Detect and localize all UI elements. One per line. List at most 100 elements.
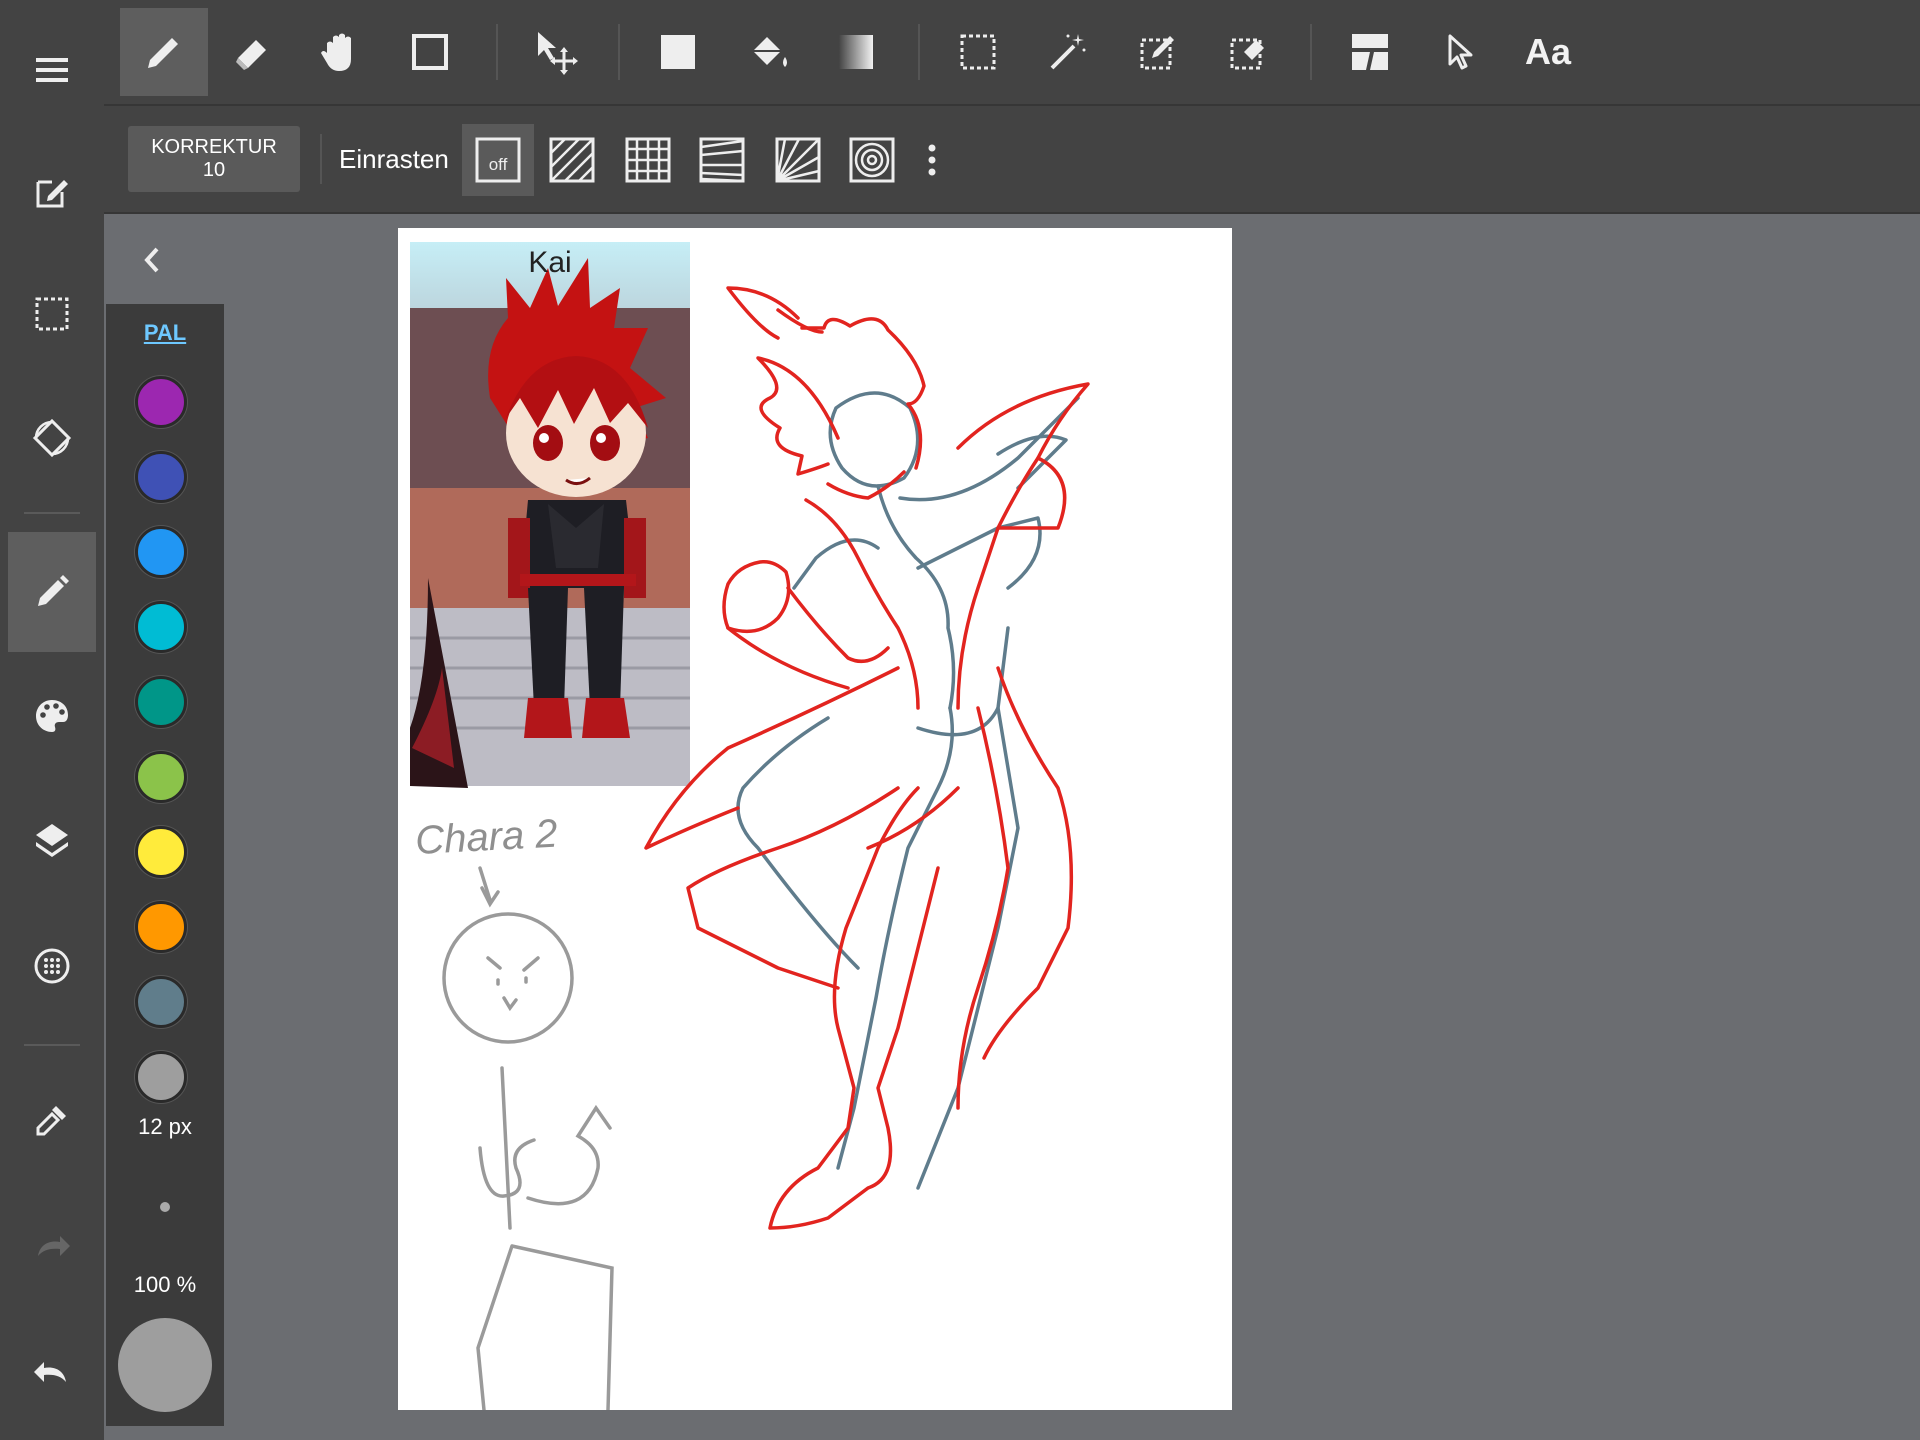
- toolbar-separator: [496, 24, 498, 80]
- toolbar-separator: [618, 24, 620, 80]
- eraser-tool-button[interactable]: [208, 8, 296, 96]
- brush-size-preview: [160, 1202, 170, 1212]
- current-color-swatch[interactable]: [118, 1318, 212, 1412]
- fill-rect-tool-button[interactable]: [634, 8, 722, 96]
- shape-tool-button[interactable]: [386, 8, 474, 96]
- snap-off-icon: off: [475, 137, 521, 183]
- color-swatch[interactable]: [135, 676, 187, 728]
- subbar-separator: [320, 134, 322, 184]
- reference-image: Kai: [410, 242, 690, 788]
- pose-sketch-lineart: [644, 286, 1090, 1230]
- snap-circle-icon: [849, 137, 895, 183]
- stick-figure-sketch: [442, 866, 614, 1412]
- color-palette-panel: PAL 12 px 100 %: [106, 304, 224, 1426]
- snap-off-button[interactable]: off: [462, 124, 534, 196]
- select-rect-tool-button[interactable]: [934, 8, 1022, 96]
- material-icon: [34, 948, 70, 984]
- pointer-icon: [1448, 34, 1473, 70]
- chevron-left-icon: [144, 247, 159, 273]
- fill-rectangle-icon: [661, 35, 695, 69]
- rectangle-shape-icon: [412, 34, 448, 70]
- move-transform-icon: [538, 32, 578, 75]
- transform-tool-button[interactable]: [512, 8, 600, 96]
- palette-tab[interactable]: PAL: [106, 320, 224, 346]
- color-swatch[interactable]: [135, 826, 187, 878]
- sidebar-divider: [24, 1044, 80, 1046]
- palette-icon: [36, 700, 68, 732]
- frame-divider-icon: [1352, 34, 1388, 70]
- collapse-palette-button[interactable]: [130, 238, 174, 282]
- note-text: Chara 2: [414, 812, 558, 863]
- pose-sketch-construction: [736, 391, 1080, 1190]
- snap-circle-button[interactable]: [836, 124, 908, 196]
- material-button[interactable]: [8, 906, 96, 1026]
- snap-parallel-button[interactable]: [536, 124, 608, 196]
- snap-grid-icon: [625, 137, 671, 183]
- menu-icon: [36, 58, 68, 82]
- brush-size-label[interactable]: 12 px: [106, 1114, 224, 1140]
- eraser-icon: [236, 40, 266, 70]
- bucket-tool-button[interactable]: [724, 8, 812, 96]
- select-pen-tool-button[interactable]: [1114, 8, 1202, 96]
- snap-grid-button[interactable]: [612, 124, 684, 196]
- reference-name: Kai: [528, 246, 571, 279]
- rotate-icon: [32, 418, 72, 458]
- frame-divider-tool-button[interactable]: [1326, 8, 1414, 96]
- selection-button[interactable]: [8, 254, 96, 374]
- pencil-tool-button[interactable]: [120, 8, 208, 96]
- brush-icon: [38, 575, 69, 606]
- menu-button[interactable]: [8, 10, 96, 130]
- color-swatch[interactable]: [135, 751, 187, 803]
- paint-bucket-icon: [753, 37, 787, 67]
- correction-button[interactable]: KORREKTUR 10: [128, 126, 300, 192]
- magic-wand-tool-button[interactable]: [1024, 8, 1112, 96]
- color-swatch[interactable]: [135, 976, 187, 1028]
- brush-button[interactable]: [8, 532, 96, 652]
- more-options-button[interactable]: [910, 124, 954, 196]
- snap-radial-button[interactable]: [762, 124, 834, 196]
- eyedropper-icon: [36, 1106, 66, 1136]
- undo-icon: [34, 1362, 66, 1382]
- color-swatch[interactable]: [135, 1051, 187, 1103]
- gradient-icon: [839, 35, 873, 69]
- color-swatch[interactable]: [135, 901, 187, 953]
- layers-button[interactable]: [8, 780, 96, 900]
- canvas-artwork: Kai Chara 2: [410, 242, 1090, 1412]
- redo-button[interactable]: [8, 1186, 96, 1306]
- opacity-label[interactable]: 100 %: [106, 1272, 224, 1298]
- correction-value: 10: [202, 159, 226, 181]
- color-swatch[interactable]: [135, 526, 187, 578]
- rotate-button[interactable]: [8, 378, 96, 498]
- pointer-tool-button[interactable]: [1416, 8, 1504, 96]
- hand-tool-button[interactable]: [296, 8, 384, 96]
- snap-off-text: off: [489, 155, 508, 174]
- layers-icon: [36, 824, 68, 857]
- main-toolbar: Aa: [104, 0, 1920, 106]
- snap-perspective-button[interactable]: [686, 124, 758, 196]
- hand-icon: [321, 33, 351, 71]
- drawing-canvas[interactable]: Kai Chara 2: [398, 228, 1232, 1412]
- magic-wand-icon: [1050, 34, 1086, 70]
- selection-icon: [35, 297, 69, 331]
- gradient-tool-button[interactable]: [812, 8, 900, 96]
- eyedropper-button[interactable]: [8, 1060, 96, 1180]
- snap-parallel-icon: [549, 137, 595, 183]
- snap-perspective-icon: [699, 137, 745, 183]
- sidebar-divider: [24, 512, 80, 514]
- color-swatch[interactable]: [135, 376, 187, 428]
- snap-label: Einrasten: [339, 144, 449, 174]
- color-swatch[interactable]: [135, 601, 187, 653]
- color-swatch[interactable]: [135, 451, 187, 503]
- select-eraser-tool-button[interactable]: [1204, 8, 1292, 96]
- color-palette-button[interactable]: [8, 656, 96, 776]
- brush-options-bar: KORREKTUR 10 Einrasten off: [104, 106, 1920, 214]
- select-eraser-icon: [1230, 38, 1264, 70]
- undo-button[interactable]: [8, 1310, 96, 1430]
- edit-canvas-button[interactable]: [8, 132, 96, 252]
- text-tool-button[interactable]: Aa: [1504, 8, 1592, 96]
- left-sidebar: [0, 0, 104, 1440]
- more-vert-icon: [928, 144, 936, 176]
- pencil-icon: [148, 38, 178, 68]
- toolbar-separator: [918, 24, 920, 80]
- redo-icon: [38, 1236, 70, 1256]
